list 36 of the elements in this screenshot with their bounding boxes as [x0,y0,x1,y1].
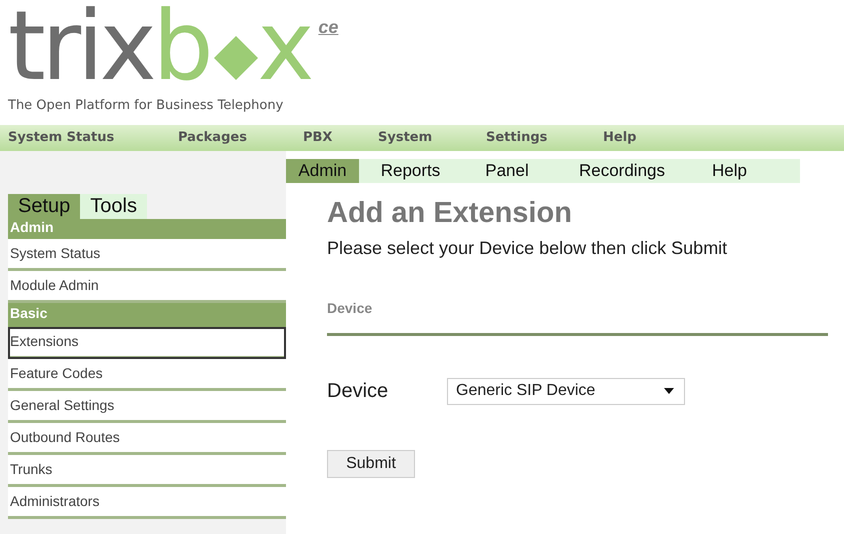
section-title: Basic [8,303,286,327]
sidebar-link[interactable]: Module Admin [8,271,286,303]
diamond-icon [214,36,258,80]
sidebar-link[interactable]: System Status [8,239,286,271]
logo-text: b [152,0,214,94]
nav-link[interactable]: PBX [303,128,332,148]
caret-icon [664,388,674,394]
sidebar-link[interactable]: Feature Codes [8,359,286,391]
sidebar-link[interactable]: Trunks [8,455,286,487]
sub-nav-tab[interactable]: Panel [462,159,552,183]
instructions: Please select your Device below then click Submit [327,237,728,260]
nav-link[interactable]: System [378,128,432,148]
sidebar-link[interactable]: General Settings [8,391,286,423]
sidebar-link[interactable]: Outbound Routes [8,423,286,455]
nav-link[interactable]: Settings [486,128,548,148]
logo-text: x [258,0,314,94]
section-heading: Device [327,299,372,318]
nav-link[interactable]: Packages [178,128,247,148]
tagline: The Open Platform for Business Telephony [8,97,284,115]
device-dropdown[interactable]: Generic SIP Device [447,378,685,404]
nav-link[interactable]: System Status [8,128,114,148]
page-title: Add an Extension [327,196,573,231]
logo-text: trix [8,0,153,94]
sidebar-link[interactable]: Administrators [8,487,286,519]
device-label: Device [327,379,390,404]
sub-nav-tab[interactable]: Admin [286,159,359,183]
sidebar-tab[interactable]: Setup [8,194,80,219]
sidebar-link[interactable]: Extensions [8,327,286,359]
sub-nav-tab[interactable]: Reports [359,159,462,183]
submit-button[interactable]: Submit [327,450,415,478]
sub-nav-tab[interactable]: Help [692,159,767,183]
sidebar-tab[interactable]: Tools [80,194,147,219]
nav-link[interactable]: Help [603,128,636,148]
section-title: Admin [8,219,286,239]
sub-nav-tab[interactable]: Recordings [552,159,692,183]
edition-label: ce [318,18,338,36]
